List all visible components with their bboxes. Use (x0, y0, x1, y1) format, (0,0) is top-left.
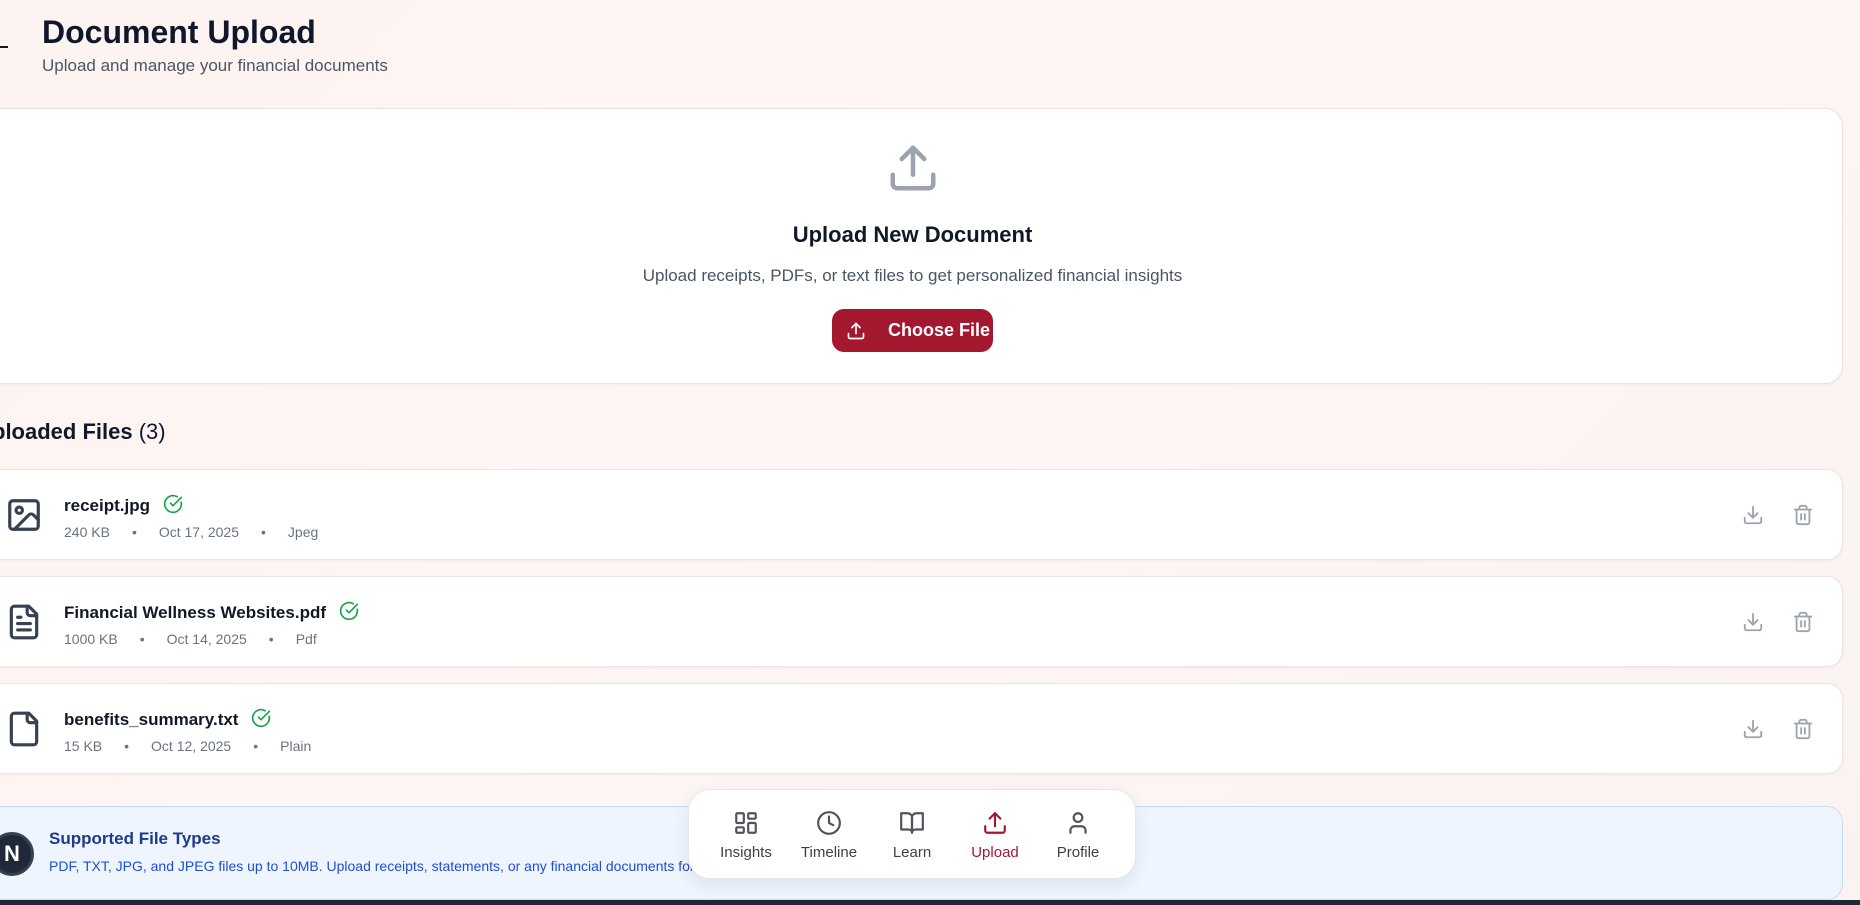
trash-icon[interactable] (1792, 504, 1814, 526)
file-date: Oct 17, 2025 (158, 524, 240, 540)
file-date: Oct 14, 2025 (166, 631, 247, 647)
file-size: 240 KB (64, 524, 110, 540)
separator: • (139, 631, 145, 647)
nav-label: Insights (720, 844, 772, 861)
check-circle-icon (339, 601, 358, 621)
file-type: Plain (280, 738, 312, 754)
file-meta: 1000 KB • Oct 14, 2025 • Pdf (64, 631, 317, 647)
nav-label: Profile (1056, 844, 1100, 861)
blank-file-icon (9, 711, 39, 747)
check-circle-icon (252, 708, 271, 728)
file-meta: 15 KB • Oct 12, 2025 • Plain (64, 738, 311, 754)
nav-label: Learn (892, 844, 932, 861)
grid-icon (735, 812, 757, 834)
nav-label: Timeline (800, 844, 858, 861)
bottom-nav: Insights Timeline Learn Upload Profile (688, 789, 1136, 879)
choose-file-button[interactable]: Choose File (832, 309, 993, 352)
upload-description: Upload receipts, PDFs, or text files to … (642, 266, 1183, 285)
page-subtitle: Upload and manage your financial documen… (42, 56, 388, 75)
uploaded-files-count: (3) (138, 419, 166, 444)
separator: • (261, 524, 266, 540)
file-size: 15 KB (64, 738, 103, 754)
file-name: benefits_summary.txt (64, 708, 271, 730)
upload-icon (847, 322, 865, 339)
trash-icon[interactable] (1792, 718, 1814, 740)
clock-icon (817, 811, 841, 835)
bottom-bar (0, 900, 1860, 905)
separator: • (268, 631, 274, 647)
uploaded-files-title: ploaded Files (0, 419, 133, 444)
file-name-text: receipt.jpg (64, 496, 150, 515)
separator: • (253, 738, 259, 754)
upload-icon (984, 812, 1006, 834)
file-type: Pdf (295, 631, 317, 647)
file-name: Financial Wellness Websites.pdf (64, 601, 359, 623)
corner-dash (0, 46, 8, 48)
uploaded-files-heading: ploaded Files (3) (0, 419, 166, 445)
check-circle-icon (163, 494, 182, 514)
file-row[interactable]: Financial Wellness Websites.pdf 1000 KB •… (0, 576, 1843, 667)
file-meta: 240 KB • Oct 17, 2025 • Jpeg (64, 524, 318, 540)
upload-icon (890, 145, 936, 191)
file-name-text: benefits_summary.txt (64, 710, 239, 729)
nav-item-profile[interactable]: Profile (1043, 790, 1113, 878)
upload-title: Upload New Document (792, 222, 1033, 247)
download-icon[interactable] (1742, 718, 1764, 740)
file-row[interactable]: benefits_summary.txt 15 KB • Oct 12, 2025 •… (0, 683, 1843, 774)
nav-item-timeline[interactable]: Timeline (794, 790, 864, 878)
page-title: Document Upload (42, 14, 316, 50)
document-file-icon (9, 604, 39, 640)
nav-item-insights[interactable]: Insights (711, 790, 781, 878)
file-name-text: Financial Wellness Websites.pdf (64, 603, 326, 622)
nav-item-upload[interactable]: Upload (960, 790, 1030, 878)
file-date: Oct 12, 2025 (151, 738, 232, 754)
file-name: receipt.jpg (64, 494, 183, 516)
nav-label: Upload (971, 844, 1019, 861)
file-size: 1000 KB (64, 631, 118, 647)
user-icon (1069, 812, 1087, 834)
trash-icon[interactable] (1792, 611, 1814, 633)
choose-file-label: Choose File (888, 320, 991, 340)
book-icon (900, 812, 924, 834)
separator: • (131, 524, 137, 540)
download-icon[interactable] (1742, 504, 1764, 526)
image-file-icon (8, 499, 40, 531)
download-icon[interactable] (1742, 611, 1764, 633)
separator: • (124, 738, 130, 754)
nav-item-learn[interactable]: Learn (877, 790, 947, 878)
file-type: Jpeg (287, 524, 319, 540)
file-row[interactable]: receipt.jpg 240 KB • Oct 17, 2025 • Jpeg (0, 469, 1843, 560)
supported-title: Supported File Types (49, 829, 221, 848)
